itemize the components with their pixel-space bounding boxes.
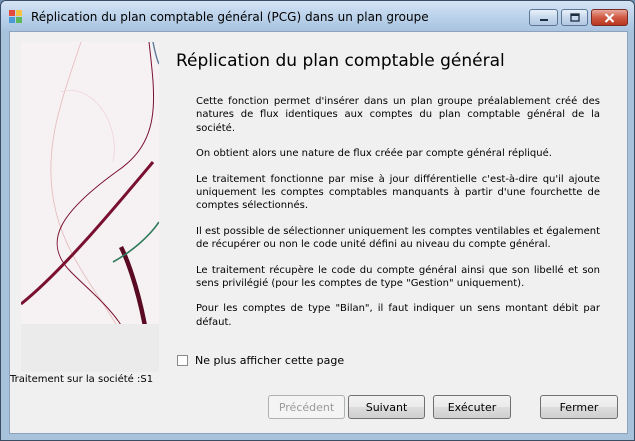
execute-button[interactable]: Exécuter xyxy=(433,395,511,419)
close-icon xyxy=(604,12,615,23)
decorative-side-image xyxy=(21,42,159,372)
curves-decoration xyxy=(21,42,159,372)
app-icon xyxy=(9,10,22,23)
dont-show-again-option[interactable]: Ne plus afficher cette page xyxy=(177,354,344,367)
wizard-page: Réplication du plan comptable général Ce… xyxy=(9,31,628,434)
next-button[interactable]: Suivant xyxy=(348,395,425,419)
page-title: Réplication du plan comptable général xyxy=(176,51,505,71)
side-image-footer xyxy=(21,324,159,372)
title-bar[interactable]: Réplication du plan comptable général (P… xyxy=(1,1,634,31)
description: Cette fonction permet d'insérer dans un … xyxy=(196,95,600,341)
company-status: Traitement sur la société :S1 xyxy=(10,374,154,385)
description-paragraph: Cette fonction permet d'insérer dans un … xyxy=(196,96,600,134)
description-paragraph: Pour les comptes de type "Bilan", il fau… xyxy=(196,303,600,328)
dont-show-again-label[interactable]: Ne plus afficher cette page xyxy=(195,354,344,367)
minimize-icon xyxy=(539,18,548,21)
maximize-icon xyxy=(569,13,580,22)
previous-button[interactable]: Précédent xyxy=(268,395,345,419)
wizard-window: Réplication du plan comptable général (P… xyxy=(0,0,635,441)
description-paragraph: On obtient alors une nature de flux créé… xyxy=(196,148,552,160)
description-paragraph: Le traitement récupère le code du compte… xyxy=(196,264,600,290)
minimize-button[interactable] xyxy=(529,9,558,26)
maximize-button[interactable] xyxy=(561,9,588,26)
description-paragraph: Le traitement fonctionne par mise à jour… xyxy=(196,173,600,212)
close-window-button[interactable] xyxy=(591,9,628,26)
window-title: Réplication du plan comptable général (P… xyxy=(31,10,429,24)
description-paragraph: Il est possible de sélectionner uniqueme… xyxy=(196,225,600,251)
close-button[interactable]: Fermer xyxy=(540,395,618,419)
dont-show-again-checkbox[interactable] xyxy=(177,355,188,366)
